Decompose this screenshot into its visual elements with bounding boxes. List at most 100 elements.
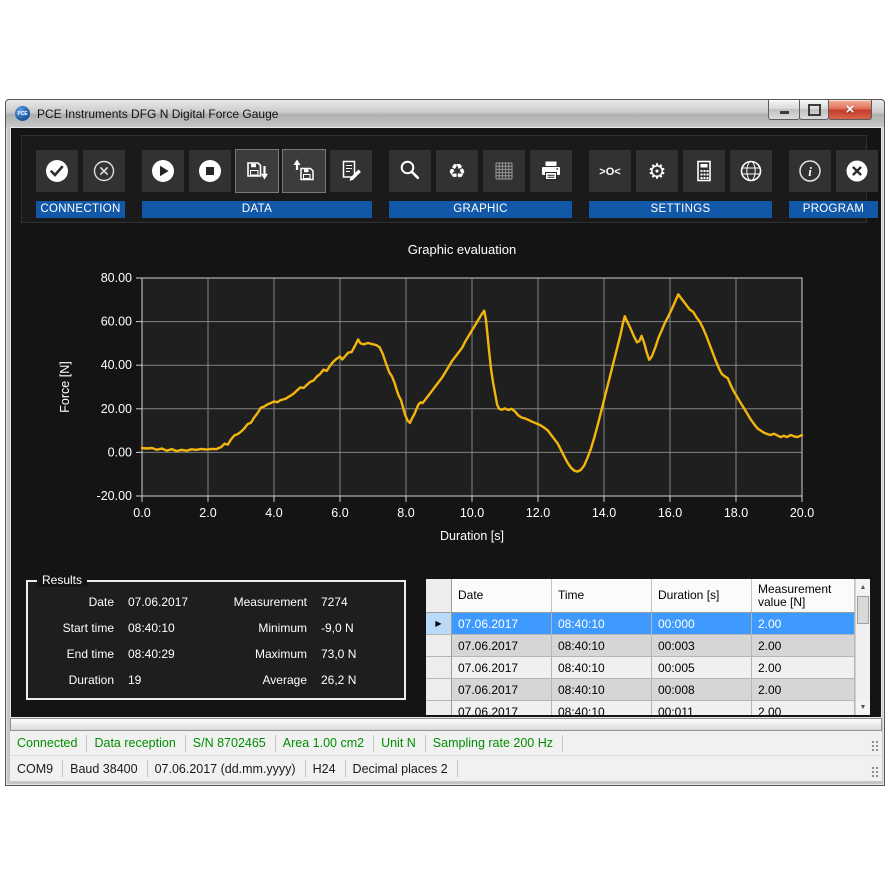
row-selector-cell[interactable]: [426, 657, 452, 679]
chart: Graphic evaluation80.0060.0040.0020.000.…: [11, 228, 883, 558]
result-value: 19: [114, 673, 223, 687]
stop-circle-icon: [197, 158, 223, 184]
table-row[interactable]: ▶07.06.201708:40:1000:0002.00: [426, 613, 870, 635]
table-cell: 00:011: [652, 701, 752, 715]
row-selector-cell[interactable]: ▶: [426, 613, 452, 635]
resize-grip[interactable]: [870, 765, 879, 777]
resize-grip[interactable]: [870, 739, 879, 751]
tare-icon: >O<: [597, 158, 623, 184]
y-tick-label: 40.00: [101, 358, 132, 372]
column-header[interactable]: Measurement value [N]: [752, 579, 855, 612]
y-tick-label: -20.00: [97, 489, 132, 503]
printer-icon: [538, 158, 564, 184]
horizontal-scrollbar[interactable]: [10, 718, 882, 731]
grid-icon: [491, 158, 517, 184]
zoom-button[interactable]: [389, 150, 431, 192]
column-header[interactable]: Time: [552, 579, 652, 612]
table-row[interactable]: 07.06.201708:40:1000:0082.00: [426, 679, 870, 701]
edit-report-button[interactable]: [330, 150, 372, 192]
status-item: Baud 38400: [63, 762, 146, 776]
toolbar-group-label: GRAPHIC: [389, 201, 572, 218]
device-button[interactable]: [683, 150, 725, 192]
scrollbar-thumb[interactable]: [857, 596, 869, 624]
table-cell: 2.00: [752, 701, 855, 715]
x-tick-label: 14.0: [592, 506, 616, 520]
status-item: Area 1.00 cm2: [276, 736, 373, 750]
row-selector-cell[interactable]: [426, 701, 452, 715]
results-panel: Results Date07.06.2017Measurement7274Sta…: [26, 580, 406, 700]
document-edit-icon: [338, 158, 364, 184]
result-value: -9,0 N: [307, 621, 404, 635]
row-selector-cell[interactable]: [426, 679, 452, 701]
table-cell: 07.06.2017: [452, 679, 552, 701]
table-cell: 2.00: [752, 657, 855, 679]
play-circle-icon: [150, 158, 176, 184]
status-bar-settings: COM9Baud 3840007.06.2017 (dd.mm.yyyy)H24…: [10, 756, 882, 781]
table-scrollbar[interactable]: ▲ ▼: [855, 579, 870, 715]
status-item: 07.06.2017 (dd.mm.yyyy): [148, 762, 305, 776]
toolbar-group-settings: >O< ⚙ SETTINGS: [589, 150, 772, 218]
grid-toggle-button[interactable]: [483, 150, 525, 192]
disconnect-button[interactable]: [83, 150, 125, 192]
table-cell: 2.00: [752, 635, 855, 657]
y-tick-label: 20.00: [101, 402, 132, 416]
table-row[interactable]: 07.06.201708:40:1000:0032.00: [426, 635, 870, 657]
result-label: Duration: [28, 673, 114, 687]
status-item: Decimal places 2: [346, 762, 457, 776]
refresh-button[interactable]: ♻: [436, 150, 478, 192]
stop-measurement-button[interactable]: [189, 150, 231, 192]
result-label: Measurement: [223, 595, 307, 609]
x-tick-label: 8.0: [397, 506, 414, 520]
svg-text:>O<: >O<: [599, 166, 620, 178]
print-button[interactable]: [530, 150, 572, 192]
table-row[interactable]: 07.06.201708:40:1000:0052.00: [426, 657, 870, 679]
column-header[interactable]: Date: [452, 579, 552, 612]
maximize-button[interactable]: [799, 100, 829, 120]
toolbar-group-label: DATA: [142, 201, 372, 218]
window-controls: ×: [769, 100, 872, 120]
tare-zero-button[interactable]: >O<: [589, 150, 631, 192]
exit-button[interactable]: [836, 150, 878, 192]
table-cell: 07.06.2017: [452, 701, 552, 715]
toolbar-group-label: SETTINGS: [589, 201, 772, 218]
info-button[interactable]: i: [789, 150, 831, 192]
svg-text:i: i: [808, 164, 812, 179]
connect-button[interactable]: [36, 150, 78, 192]
close-button[interactable]: ×: [828, 100, 872, 120]
minimize-button[interactable]: [768, 100, 800, 120]
column-header[interactable]: Duration [s]: [652, 579, 752, 612]
row-selector-cell[interactable]: [426, 635, 452, 657]
x-circle-icon: [91, 158, 117, 184]
load-data-button[interactable]: [283, 150, 325, 192]
result-value: 08:40:29: [114, 647, 223, 661]
options-button[interactable]: ⚙: [636, 150, 678, 192]
y-tick-label: 0.00: [108, 445, 132, 459]
scroll-down-button[interactable]: ▼: [856, 699, 870, 715]
result-label: End time: [28, 647, 114, 661]
table-cell: 08:40:10: [552, 635, 652, 657]
y-tick-label: 60.00: [101, 315, 132, 329]
x-tick-label: 20.0: [790, 506, 814, 520]
title-bar[interactable]: PCE PCE Instruments DFG N Digital Force …: [6, 100, 884, 127]
x-tick-label: 6.0: [331, 506, 348, 520]
check-circle-icon: [44, 158, 70, 184]
chart-title: Graphic evaluation: [408, 242, 516, 257]
x-tick-label: 0.0: [133, 506, 150, 520]
save-data-button[interactable]: [236, 150, 278, 192]
toolbar-group-data: DATA: [142, 150, 372, 218]
app-logo-icon: PCE: [15, 106, 30, 121]
table-cell: 2.00: [752, 679, 855, 701]
x-tick-label: 4.0: [265, 506, 282, 520]
start-measurement-button[interactable]: [142, 150, 184, 192]
chart-svg: Graphic evaluation80.0060.0040.0020.000.…: [11, 228, 883, 558]
toolbar-group-graphic: ♻ GRAPHIC: [389, 150, 572, 218]
table-cell: 2.00: [752, 613, 855, 635]
result-label: Minimum: [223, 621, 307, 635]
exit-circle-icon: [844, 158, 870, 184]
language-button[interactable]: [730, 150, 772, 192]
table-row[interactable]: 07.06.201708:40:1000:0112.00: [426, 701, 870, 715]
scroll-up-button[interactable]: ▲: [856, 579, 870, 595]
table-cell: 00:005: [652, 657, 752, 679]
result-label: Date: [28, 595, 114, 609]
table-cell: 07.06.2017: [452, 657, 552, 679]
